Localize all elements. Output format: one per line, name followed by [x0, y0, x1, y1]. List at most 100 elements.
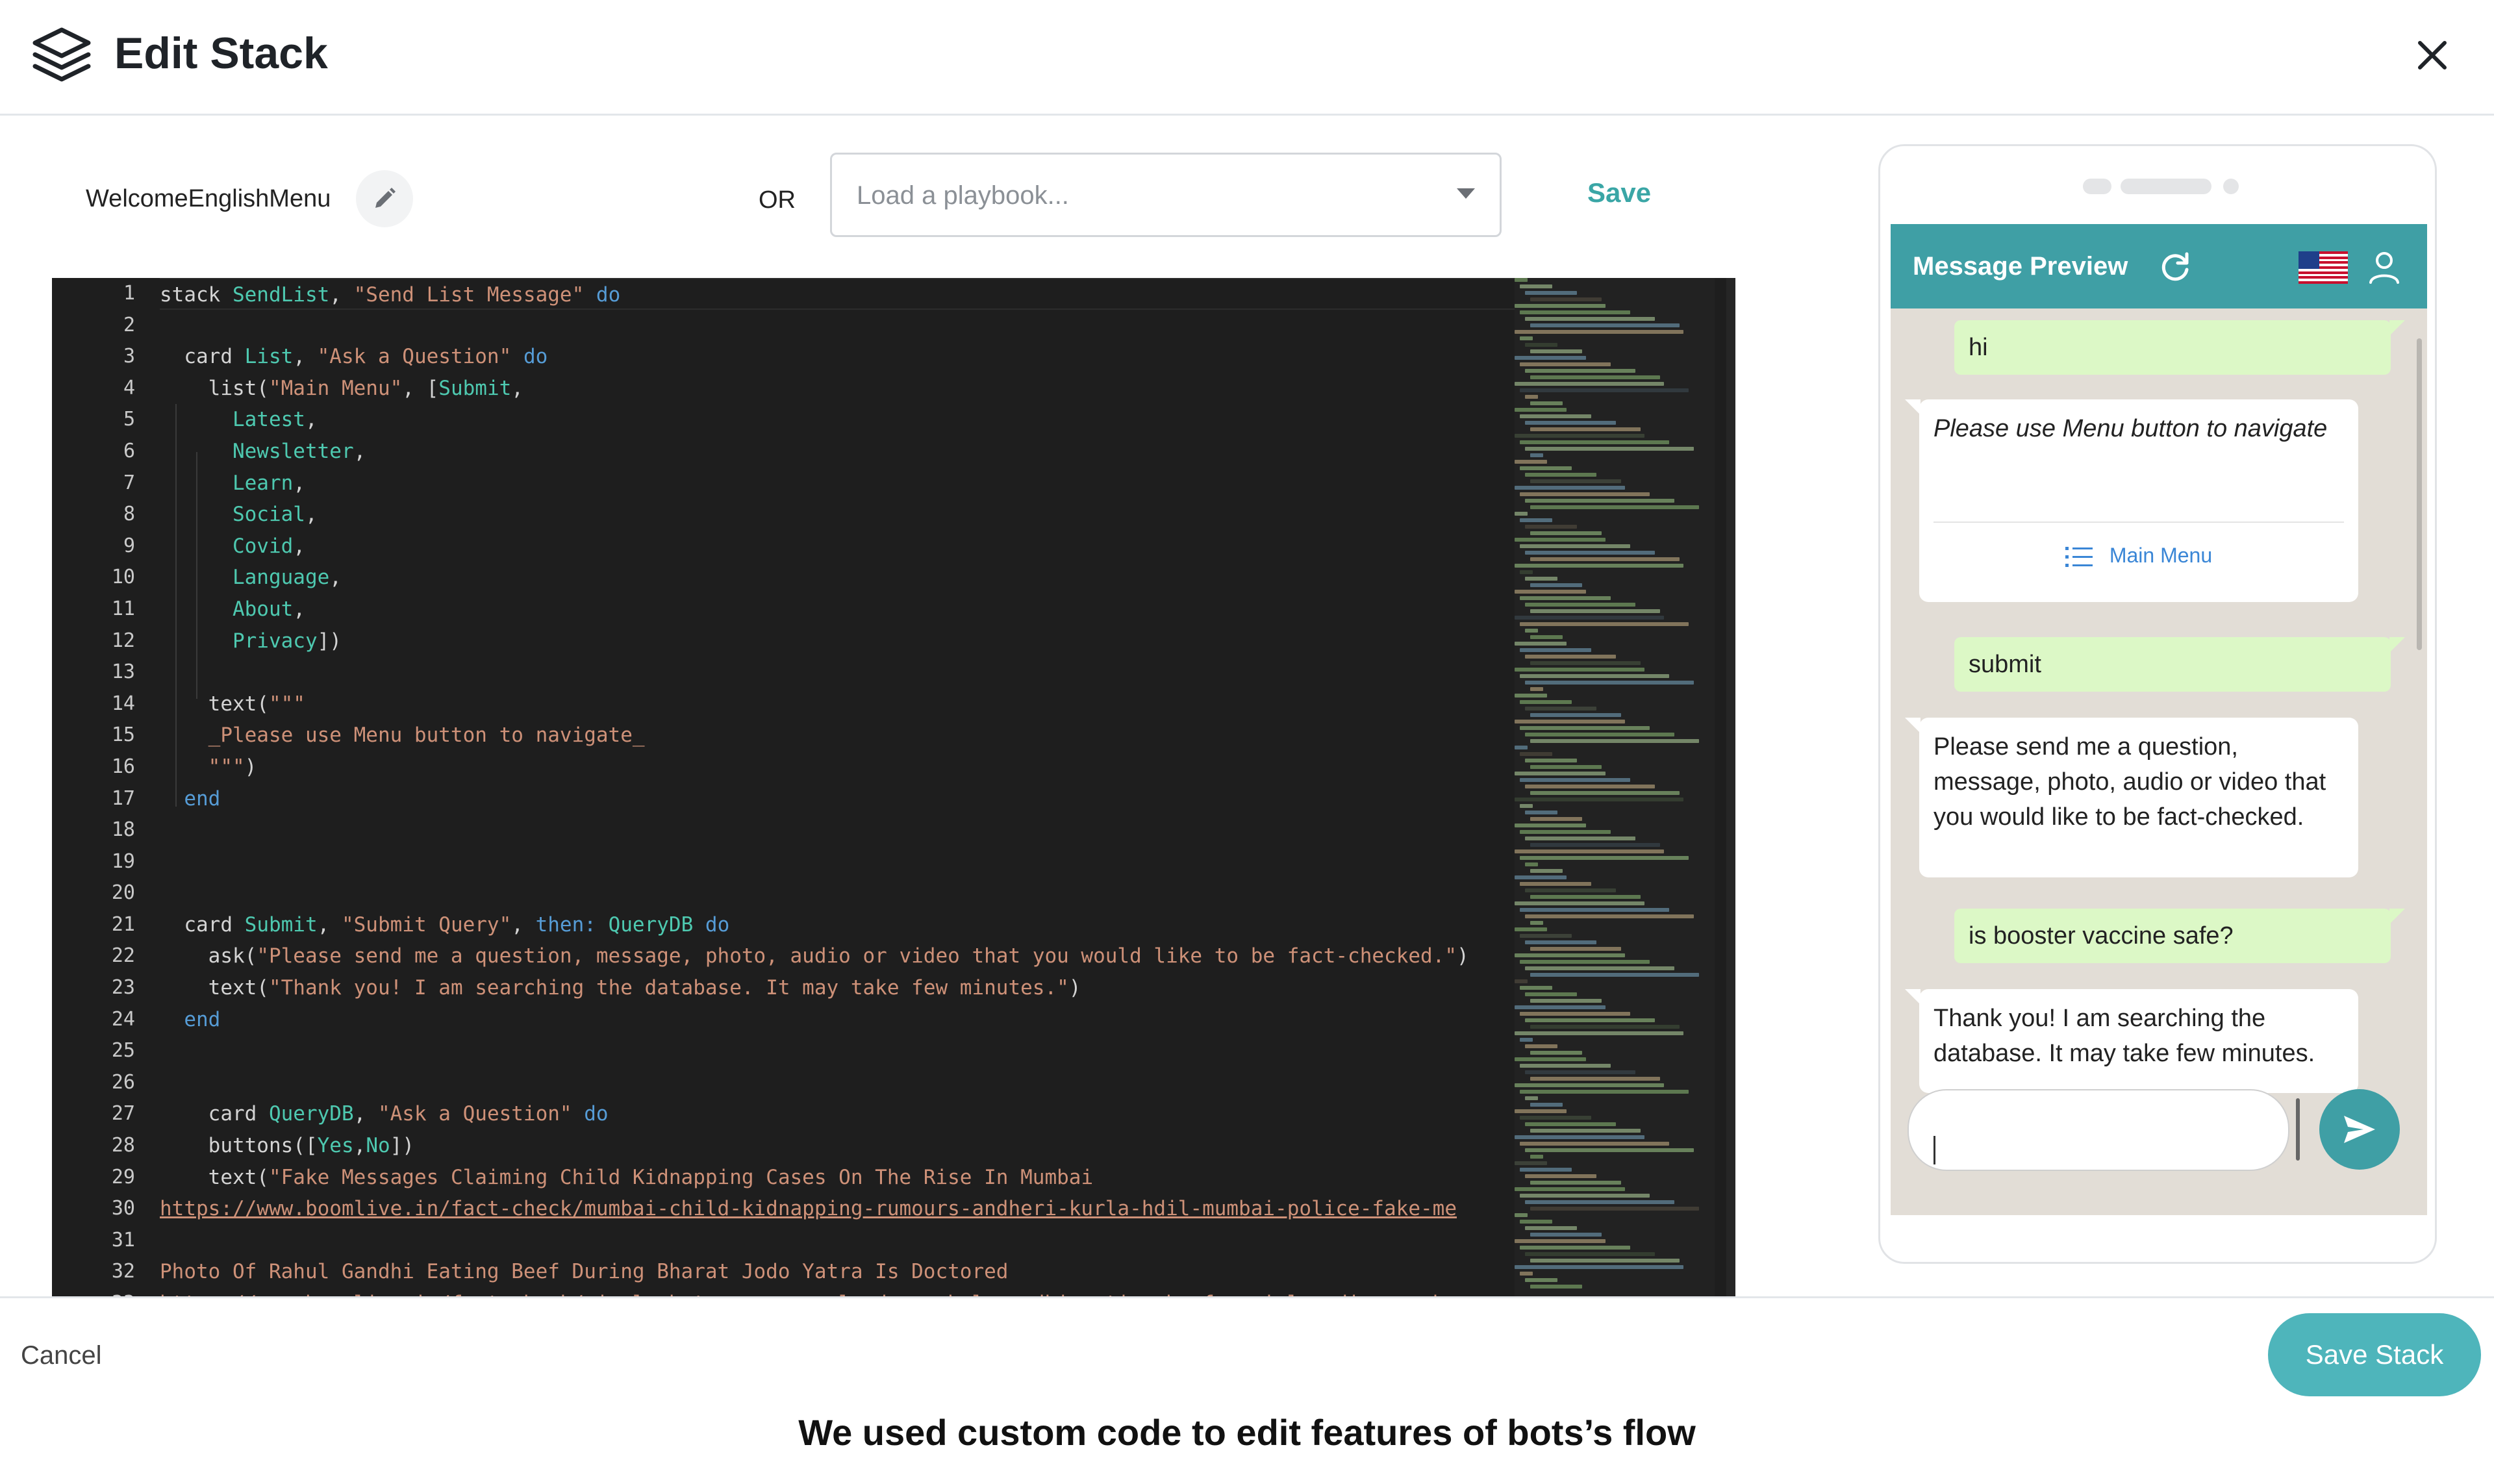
- code-area[interactable]: stack SendList, "Send List Message" do c…: [160, 278, 1563, 1296]
- code-line[interactable]: list("Main Menu", [Submit,: [160, 373, 1563, 405]
- code-line[interactable]: https://www.boomlive.in/fact-check/mumba…: [160, 1193, 1563, 1225]
- minimap-line: [1530, 947, 1621, 951]
- code-line[interactable]: end: [160, 1004, 1563, 1036]
- code-line[interactable]: buttons([Yes,No]): [160, 1130, 1563, 1162]
- code-line[interactable]: text(""": [160, 688, 1563, 720]
- cancel-button[interactable]: Cancel: [21, 1339, 102, 1372]
- minimap-line: [1520, 934, 1572, 938]
- code-token: ): [244, 755, 257, 779]
- save-button[interactable]: Save: [1587, 175, 1651, 210]
- chat-scrollbar[interactable]: [2417, 338, 2422, 650]
- indent-guide: [196, 452, 197, 699]
- minimap-line: [1530, 817, 1582, 821]
- minimap-line: [1525, 551, 1655, 555]
- code-line[interactable]: card Submit, "Submit Query", then: Query…: [160, 909, 1563, 941]
- editor-scrollbar[interactable]: [1726, 278, 1735, 1296]
- minimap-line: [1520, 856, 1689, 860]
- minimap-line: [1525, 785, 1655, 788]
- minimap-line: [1530, 1181, 1621, 1185]
- code-line[interactable]: ask("Please send me a question, message,…: [160, 940, 1563, 972]
- code-line[interactable]: [160, 657, 1563, 688]
- outgoing-message: is booster vaccine safe?: [1954, 909, 2405, 963]
- minimap-line: [1520, 310, 1630, 314]
- code-line[interactable]: [160, 877, 1563, 909]
- code-line[interactable]: text("Thank you! I am searching the data…: [160, 972, 1563, 1004]
- code-token: ,: [305, 503, 318, 527]
- chevron-down-icon: [1457, 188, 1475, 199]
- code-line[interactable]: Photo Of Rahul Gandhi Eating Beef During…: [160, 1256, 1563, 1288]
- minimap-line: [1530, 1285, 1582, 1289]
- bubble-divider: [1933, 522, 2344, 523]
- close-icon[interactable]: [2411, 34, 2454, 77]
- code-token: "Thank you! I am searching the database.…: [268, 976, 1069, 1000]
- code-line[interactable]: [160, 814, 1563, 846]
- stack-layers-icon: [32, 27, 91, 82]
- minimap-line: [1515, 746, 1528, 749]
- code-line[interactable]: [160, 846, 1563, 878]
- code-line[interactable]: https://www.boomlive.in/fact-check/viral…: [160, 1288, 1563, 1296]
- line-number: 21: [111, 912, 135, 936]
- code-line[interactable]: stack SendList, "Send List Message" do: [160, 278, 1563, 310]
- code-token: Covid: [232, 534, 294, 558]
- code-line[interactable]: About,: [160, 594, 1563, 625]
- edit-name-button[interactable]: [356, 170, 413, 227]
- minimap-line: [1525, 733, 1674, 736]
- minimap-line: [1525, 1070, 1635, 1074]
- code-line[interactable]: [160, 1225, 1563, 1257]
- code-line[interactable]: text("Fake Messages Claiming Child Kidna…: [160, 1162, 1563, 1194]
- minimap-line: [1515, 278, 1528, 282]
- code-line[interactable]: Learn,: [160, 468, 1563, 499]
- user-icon[interactable]: [2367, 250, 2401, 285]
- refresh-icon[interactable]: [2157, 249, 2193, 285]
- line-number: 31: [111, 1228, 135, 1251]
- preview-title: Message Preview: [1913, 252, 2128, 281]
- minimap-line: [1530, 661, 1641, 665]
- minimap-line: [1530, 1025, 1680, 1029]
- code-line[interactable]: Language,: [160, 562, 1563, 594]
- message-input[interactable]: [1908, 1089, 2289, 1171]
- code-line[interactable]: Latest,: [160, 404, 1563, 436]
- code-line[interactable]: Covid,: [160, 531, 1563, 562]
- code-token: Submit: [244, 912, 318, 937]
- line-number: 7: [123, 471, 135, 494]
- code-token: text(: [160, 976, 269, 1000]
- save-stack-button[interactable]: Save Stack: [2268, 1313, 2481, 1396]
- code-line[interactable]: [160, 310, 1563, 342]
- code-line[interactable]: Social,: [160, 499, 1563, 531]
- minimap-line: [1515, 382, 1664, 386]
- code-line[interactable]: Newsletter,: [160, 436, 1563, 468]
- code-token: do: [584, 1102, 609, 1126]
- chat-area[interactable]: hi Please use Menu button to navigate Ma…: [1891, 308, 2427, 1215]
- code-line[interactable]: Privacy]): [160, 625, 1563, 657]
- code-line[interactable]: _Please use Menu button to navigate_: [160, 720, 1563, 751]
- code-token: card: [160, 345, 245, 369]
- code-token: do: [523, 345, 548, 369]
- code-token: "Ask a Question": [377, 1102, 572, 1126]
- image-caption: We used custom code to edit features of …: [798, 1412, 1696, 1453]
- us-flag-icon[interactable]: [2299, 251, 2348, 284]
- pencil-icon: [375, 188, 396, 208]
- send-button[interactable]: [2319, 1089, 2400, 1170]
- minimap-line: [1520, 492, 1650, 496]
- minimap-line: [1520, 284, 1552, 288]
- code-line[interactable]: """): [160, 751, 1563, 783]
- code-token: Newsletter: [232, 439, 354, 463]
- code-line[interactable]: card List, "Ask a Question" do: [160, 341, 1563, 373]
- minimap-line: [1525, 862, 1538, 866]
- incoming-message: Please use Menu button to navigate Main …: [1905, 399, 2358, 602]
- playbook-select[interactable]: Load a playbook...: [830, 153, 1502, 237]
- code-editor[interactable]: 1 2 3 4 5 6 7 8 9 10 11 12 13 14 15 16 17 18 19 20 21 22 23 24 2…: [52, 278, 1735, 1296]
- code-line[interactable]: card QueryDB, "Ask a Question" do: [160, 1098, 1563, 1130]
- minimap-line: [1525, 447, 1694, 451]
- code-line[interactable]: [160, 1035, 1563, 1067]
- minimap-line: [1530, 687, 1543, 691]
- minimap-line: [1515, 460, 1547, 464]
- code-token: Learn: [232, 471, 294, 495]
- code-minimap[interactable]: [1515, 278, 1715, 1296]
- minimap-line: [1520, 700, 1572, 704]
- code-line[interactable]: end: [160, 783, 1563, 815]
- code-line[interactable]: [160, 1067, 1563, 1099]
- main-menu-button[interactable]: Main Menu: [1919, 541, 2358, 570]
- minimap-line: [1520, 1194, 1650, 1198]
